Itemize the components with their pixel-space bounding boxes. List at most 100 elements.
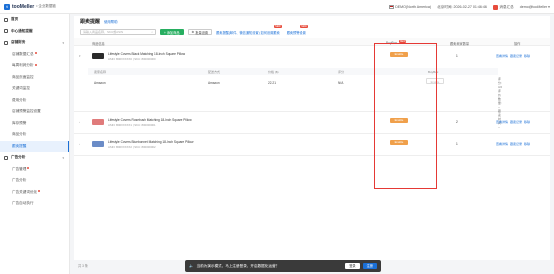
sidebar-item[interactable]: 跟卖提醒 — [0, 140, 69, 152]
follow-warning-label: 跟卖预警设置 — [286, 30, 306, 35]
new-dot-icon — [38, 190, 41, 193]
sidebar-item[interactable]: 费用分析 — [0, 95, 69, 107]
sidebar-item[interactable]: 广告关键词优化 — [0, 187, 69, 199]
seller-name: Amazon — [94, 80, 106, 85]
search-icon[interactable]: ⌕ — [151, 30, 153, 34]
page-title: 跟卖提醒 — [80, 18, 101, 25]
sidebar-item-label: 商品页面监控 — [12, 74, 34, 79]
row-actions: 查看详情 跟卖记录 移除 — [496, 142, 530, 146]
action-link[interactable]: 查看详情 — [496, 120, 508, 124]
login-button[interactable]: 登录 — [345, 263, 360, 269]
main-panel: 跟卖提醒 使用帮助 请输入商品名称、SKU或ASIN ⌕ + 添加商品 ⚙ 批量… — [74, 16, 550, 260]
sidebar-item[interactable]: 中心通知提醒 — [0, 26, 69, 38]
table-row: › Lifestyle Covers Bluebonnet Matching 18… — [74, 134, 550, 156]
product-asin: ASIN: B00XXXXX1 | SKU: 800000001 — [108, 123, 156, 127]
product-name[interactable]: Lifestyle Covers Rosebush Matching 18-In… — [108, 118, 192, 122]
seller-count: 1 — [456, 53, 458, 58]
subtable-col-header: 价格 ($) — [268, 70, 279, 74]
seller-count: 2 — [456, 119, 458, 124]
speaker-icon: 🔈 — [189, 264, 194, 268]
new-badge: NEW — [274, 25, 282, 28]
help-link[interactable]: 使用帮助 — [104, 19, 118, 24]
user-menu[interactable]: demo@tooMeller ▾ — [520, 5, 550, 9]
product-thumbnail — [92, 53, 104, 59]
search-input[interactable]: 请输入商品名称、SKU或ASIN ⌕ — [80, 29, 156, 35]
price: 22.21 — [268, 80, 276, 85]
new-dot-icon — [34, 52, 37, 55]
follow-alert-settings-link[interactable]: 跟卖提醒(邮件、微信通知设置) 如何设置跟卖 NEW — [216, 25, 282, 35]
notification-center[interactable]: 消息汇总 — [492, 4, 514, 10]
sidebar-item-label: 广告管理 — [12, 166, 27, 171]
sidebar-item[interactable]: 每周利润分析 — [0, 60, 69, 72]
sidebar-item[interactable]: 广告自动执行 — [0, 198, 69, 210]
col-sellers: 跟卖卖家数量 — [450, 41, 470, 46]
sidebar-item[interactable]: 店铺预警监控设置 — [0, 106, 69, 118]
region-selector[interactable]: DEMO(North America) — [388, 5, 431, 9]
sidebar-item-label: 广告自动执行 — [12, 201, 34, 206]
row-actions: 查看详情 跟卖记录 移除 — [496, 120, 530, 124]
sidebar-item-label: 店铺财务 — [11, 40, 26, 45]
sidebar-item-label: 首页 — [11, 17, 19, 22]
sidebar-item[interactable]: 广告分析 — [0, 175, 69, 187]
sidebar-item-label: 商品分析 — [12, 132, 27, 137]
app-name: tooMeller — [12, 3, 35, 10]
subtable-col-header: 配送方式 — [208, 70, 221, 74]
product-asin: ASIN: B00XXXXX0 | SKU: 800000000 — [108, 57, 156, 61]
table-row: › Lifestyle Covers Rosebush Matching 18-I… — [74, 112, 550, 134]
notification-icon — [492, 4, 498, 10]
toolbar: 请输入商品名称、SKU或ASIN ⌕ + 添加商品 ⚙ 批量设置 跟卖提醒(邮件… — [74, 25, 550, 38]
row-actions: 查看详情 跟卖记录 移除 — [496, 54, 530, 58]
action-link[interactable]: 移除 — [524, 54, 530, 58]
clock-text: 北京时间: 2026-02-27 01:46:46 — [437, 4, 487, 9]
sidebar-item-label: 费用分析 — [12, 97, 27, 102]
sidebar-item[interactable]: 店铺财务 ▾ — [0, 37, 69, 49]
seller-count: 1 — [456, 141, 458, 146]
product-name[interactable]: Lifestyle Covers Bluebonnet Matching 18-… — [108, 140, 193, 144]
app-subtitle: • 企业数据链 — [36, 4, 56, 8]
chevron-right-icon[interactable]: › — [79, 142, 80, 146]
action-link[interactable]: 查看详情 — [496, 142, 508, 146]
action-link[interactable]: 跟卖记录 — [510, 142, 522, 146]
logo[interactable]: t tooMeller • 企业数据链 — [0, 3, 72, 10]
action-link[interactable]: 查看详情 — [496, 54, 508, 58]
sidebar-item[interactable]: 库存预警 — [0, 118, 69, 130]
signup-button[interactable]: 注册 — [362, 263, 377, 269]
sidebar-item[interactable]: 关键词监控 — [0, 83, 69, 95]
action-link[interactable]: 跟卖记录 — [510, 54, 522, 58]
product-thumbnail — [92, 119, 104, 125]
top-bar: t tooMeller • 企业数据链 DEMO(North America) … — [0, 0, 554, 14]
sidebar-item[interactable]: 广告分析 ▾ — [0, 152, 69, 164]
notification-label: 消息汇总 — [499, 4, 514, 9]
new-dot-icon — [27, 167, 30, 170]
sidebar-item-label: 广告关键词优化 — [12, 189, 38, 194]
action-link[interactable]: 移除 — [524, 120, 530, 124]
sidebar-item[interactable]: 广告管理 — [0, 164, 69, 176]
sidebar: 首页 中心通知提醒 店铺财务 ▾ 店铺数据汇总 每周利润分析 商品页面监控 关键词监控 费用分析… — [0, 14, 70, 274]
product-name[interactable]: Lifestyle Covers Black Matching 18-Inch … — [108, 52, 185, 56]
sidebar-item[interactable]: 店铺数据汇总 — [0, 49, 69, 61]
title-row: 跟卖提醒 使用帮助 — [74, 16, 550, 26]
chevron-down-icon[interactable]: ▾ — [79, 54, 81, 58]
sidebar-item[interactable]: 商品分析 — [0, 129, 69, 141]
chevron-down-icon: ▾ — [62, 155, 64, 160]
chevron-right-icon[interactable]: › — [79, 120, 80, 124]
add-product-button[interactable]: + 添加商品 — [160, 29, 184, 35]
stat-line: 评价数量: -- — [498, 89, 502, 109]
action-link[interactable]: 移除 — [524, 142, 530, 146]
sidebar-item[interactable]: 首页 — [0, 14, 69, 26]
subtable-col-header: 评分 — [338, 70, 345, 74]
total-count: 共 3 条 — [78, 263, 88, 268]
sidebar-item[interactable]: 商品页面监控 — [0, 72, 69, 84]
rating: N/A — [338, 80, 344, 85]
buybox-column-highlight — [374, 43, 437, 189]
settings-icon: ⚙ — [191, 30, 195, 34]
batch-settings-button[interactable]: ⚙ 批量设置 — [187, 29, 213, 35]
follow-warning-link[interactable]: 跟卖预警设置 NEW — [286, 25, 308, 35]
product-thumbnail — [92, 141, 104, 147]
menu-group-icon — [4, 155, 8, 160]
us-flag-icon — [388, 5, 394, 9]
product-asin: ASIN: B00XXXXX2 | SKU: 800000002 — [108, 145, 156, 149]
action-link[interactable]: 跟卖记录 — [510, 120, 522, 124]
table-header: 商品信息 BuyBox NEW 跟卖卖家数量 操作 — [74, 38, 550, 46]
search-placeholder: 请输入商品名称、SKU或ASIN — [83, 30, 124, 34]
